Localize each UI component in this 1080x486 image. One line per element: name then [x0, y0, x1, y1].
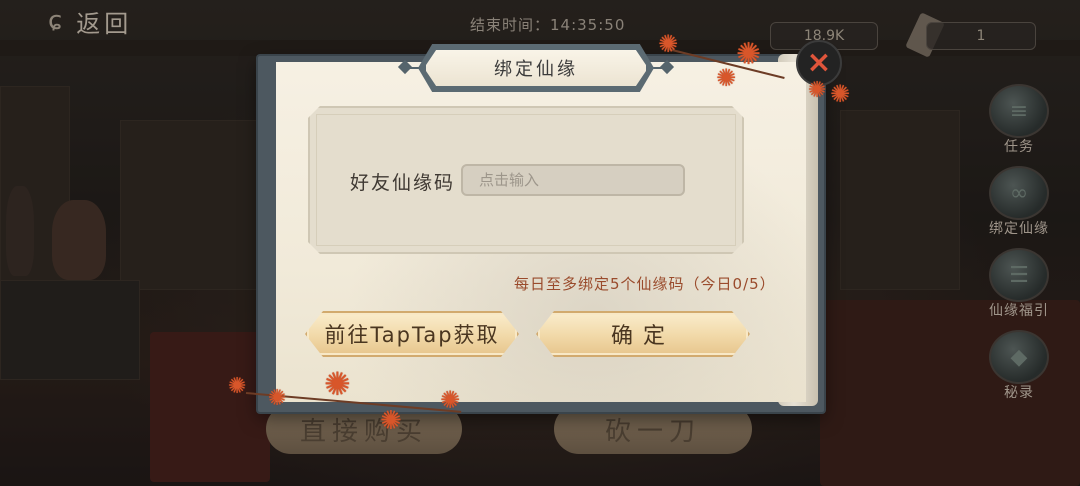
resource-counter: 1: [926, 22, 1036, 50]
side-item-bind[interactable]: ∞ 绑定仙缘: [982, 166, 1056, 248]
side-item-label: 秘录: [1004, 385, 1034, 401]
maple-leaf-icon: ✺: [658, 30, 679, 58]
friend-code-label: 好友仙缘码: [350, 172, 456, 194]
end-time-text: 结束时间：14:35:50: [470, 16, 626, 34]
maple-leaf-icon: ✺: [736, 37, 762, 72]
goto-taptap-label: 前往TapTap获取: [324, 323, 500, 347]
friend-code-input[interactable]: [461, 164, 685, 196]
maple-leaf-icon: ✺: [808, 78, 827, 103]
maple-leaf-icon: ✺: [268, 386, 287, 411]
daily-limit-text: 每日至多绑定5个仙缘码（今日0/5）: [514, 275, 776, 293]
maple-leaf-icon: ✺: [830, 80, 851, 108]
scroll-bundle-icon: ☰: [989, 248, 1049, 302]
maple-leaf-icon: ✺: [440, 386, 461, 414]
side-item-label: 仙缘福引: [989, 303, 1049, 319]
top-bar: ɕ 返回 结束时间：14:35:50 18.9K 1: [0, 0, 1080, 58]
buy-button-label: 直接购买: [299, 416, 428, 447]
side-item-task[interactable]: ≡ 任务: [982, 84, 1056, 166]
dialog-title: 绑定仙缘: [494, 59, 578, 80]
confirm-button[interactable]: 确定: [536, 311, 750, 357]
cloud-swirl-icon: ɕ: [48, 6, 67, 36]
confirm-label: 确定: [610, 324, 675, 349]
side-item-label: 绑定仙缘: [989, 221, 1049, 237]
maple-leaf-icon: ✺: [716, 64, 737, 92]
maple-leaf-icon: ✺: [324, 365, 351, 403]
side-item-secret[interactable]: ◆ 秘录: [982, 330, 1056, 412]
side-item-lottery[interactable]: ☰ 仙缘福引: [982, 248, 1056, 330]
bind-icon: ∞: [989, 166, 1049, 220]
side-menu: ≡ 任务 ∞ 绑定仙缘 ☰ 仙缘福引 ◆ 秘录: [982, 84, 1056, 412]
resource-value: 1: [976, 28, 986, 44]
dialog-title-plate: 绑定仙缘: [424, 48, 648, 88]
back-button[interactable]: ɕ 返回: [48, 4, 188, 38]
maple-leaf-icon: ✺: [228, 374, 247, 399]
back-label: 返回: [76, 9, 133, 38]
book-icon: ◆: [989, 330, 1049, 384]
close-icon: ×: [806, 45, 832, 80]
side-item-label: 任务: [1004, 139, 1034, 155]
scroll-icon: ≡: [989, 84, 1049, 138]
goto-taptap-button[interactable]: 前往TapTap获取: [305, 311, 519, 357]
cut-button-label: 砍一刀: [604, 416, 701, 447]
maple-leaf-icon: ✺: [380, 406, 402, 436]
